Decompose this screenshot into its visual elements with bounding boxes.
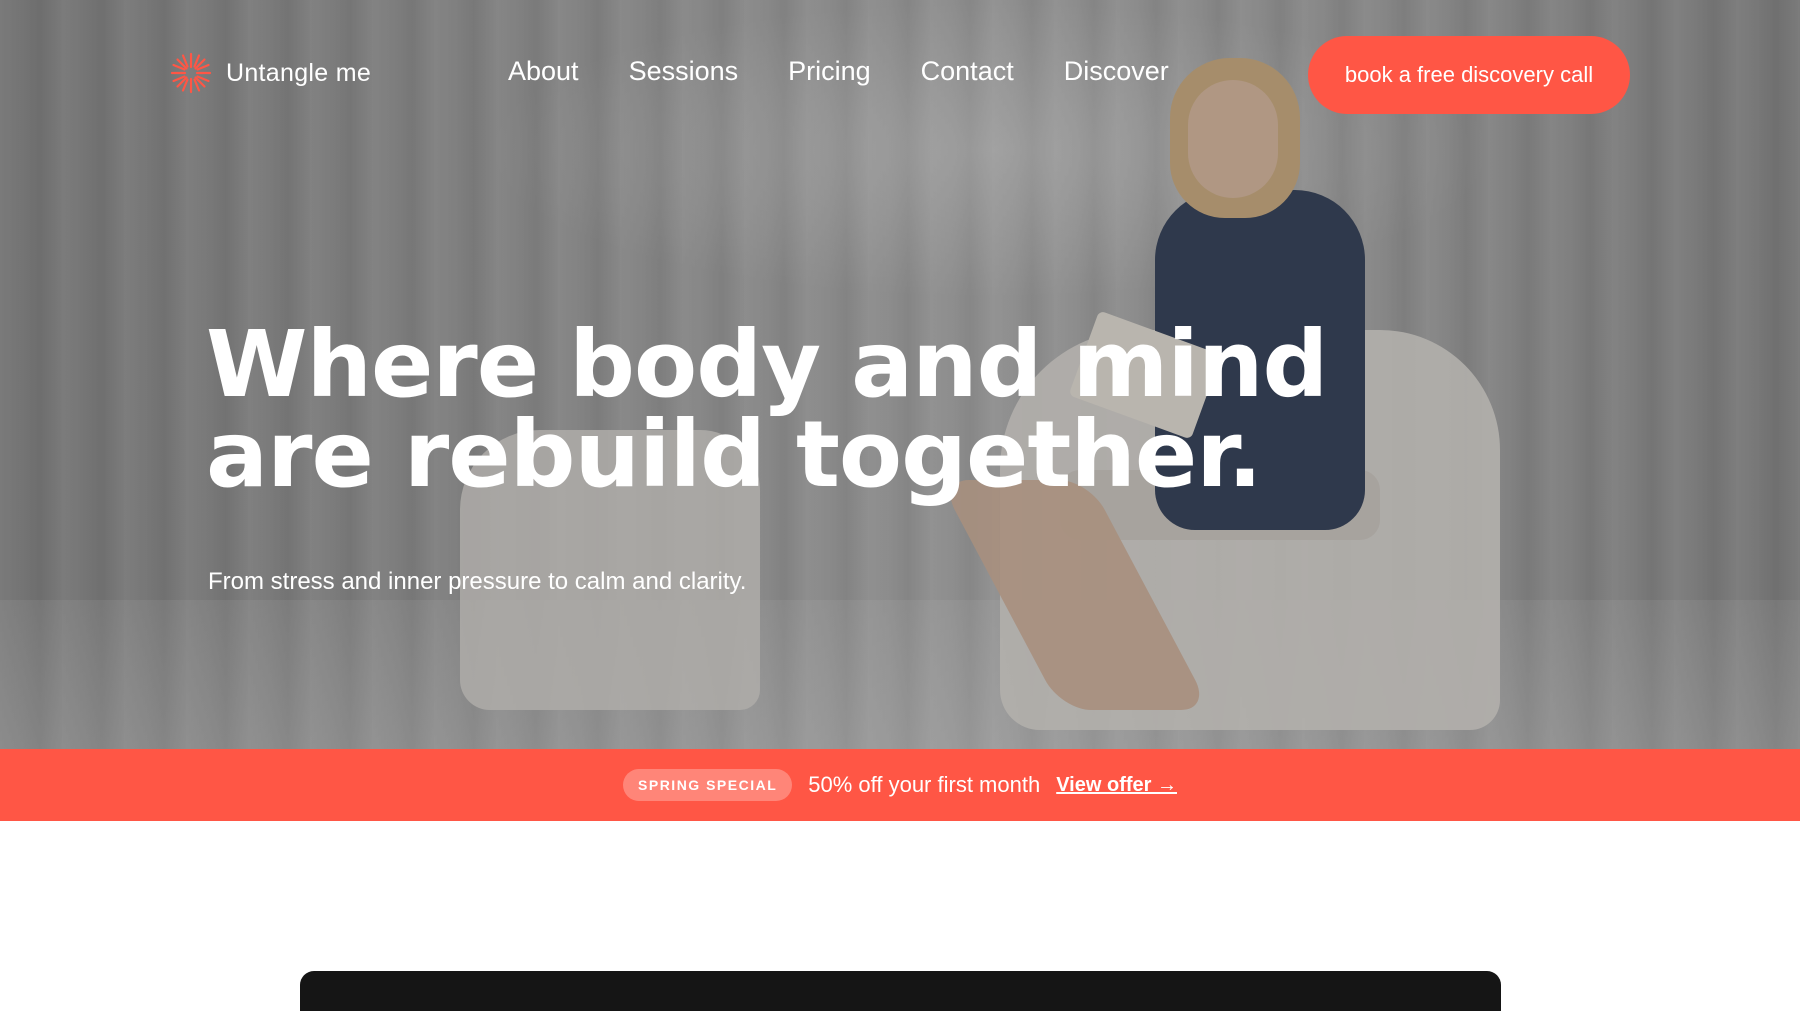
view-offer-link[interactable]: View offer → xyxy=(1056,774,1177,797)
promo-badge: SPRING SPECIAL xyxy=(623,769,793,801)
nav-link-pricing[interactable]: Pricing xyxy=(788,56,871,87)
hero-headline-line-1: Where body and mind xyxy=(206,311,1328,418)
book-discovery-call-button[interactable]: book a free discovery call xyxy=(1308,36,1630,114)
hero-headline-line-2: are rebuild together. xyxy=(206,401,1262,508)
hero-subheadline: From stress and inner pressure to calm a… xyxy=(208,568,747,595)
dark-content-card xyxy=(300,971,1501,1011)
sunburst-icon xyxy=(170,52,212,94)
brand-name: Untangle me xyxy=(226,58,372,87)
promo-banner: SPRING SPECIAL 50% off your first month … xyxy=(0,749,1800,821)
nav-link-contact[interactable]: Contact xyxy=(921,56,1014,87)
top-navigation: Untangle me About Sessions Pricing Conta… xyxy=(0,0,1800,150)
nav-link-about[interactable]: About xyxy=(508,56,579,87)
content-section xyxy=(0,821,1800,986)
hero-section: Untangle me About Sessions Pricing Conta… xyxy=(0,0,1800,749)
brand-logo[interactable]: Untangle me xyxy=(168,50,371,96)
promo-text: 50% off your first month xyxy=(808,772,1041,797)
nav-link-discover[interactable]: Discover xyxy=(1064,56,1169,87)
nav-links: About Sessions Pricing Contact Discover xyxy=(508,56,1169,87)
hero-headline: Where body and mind are rebuild together… xyxy=(206,311,1506,508)
nav-link-sessions[interactable]: Sessions xyxy=(629,56,739,87)
